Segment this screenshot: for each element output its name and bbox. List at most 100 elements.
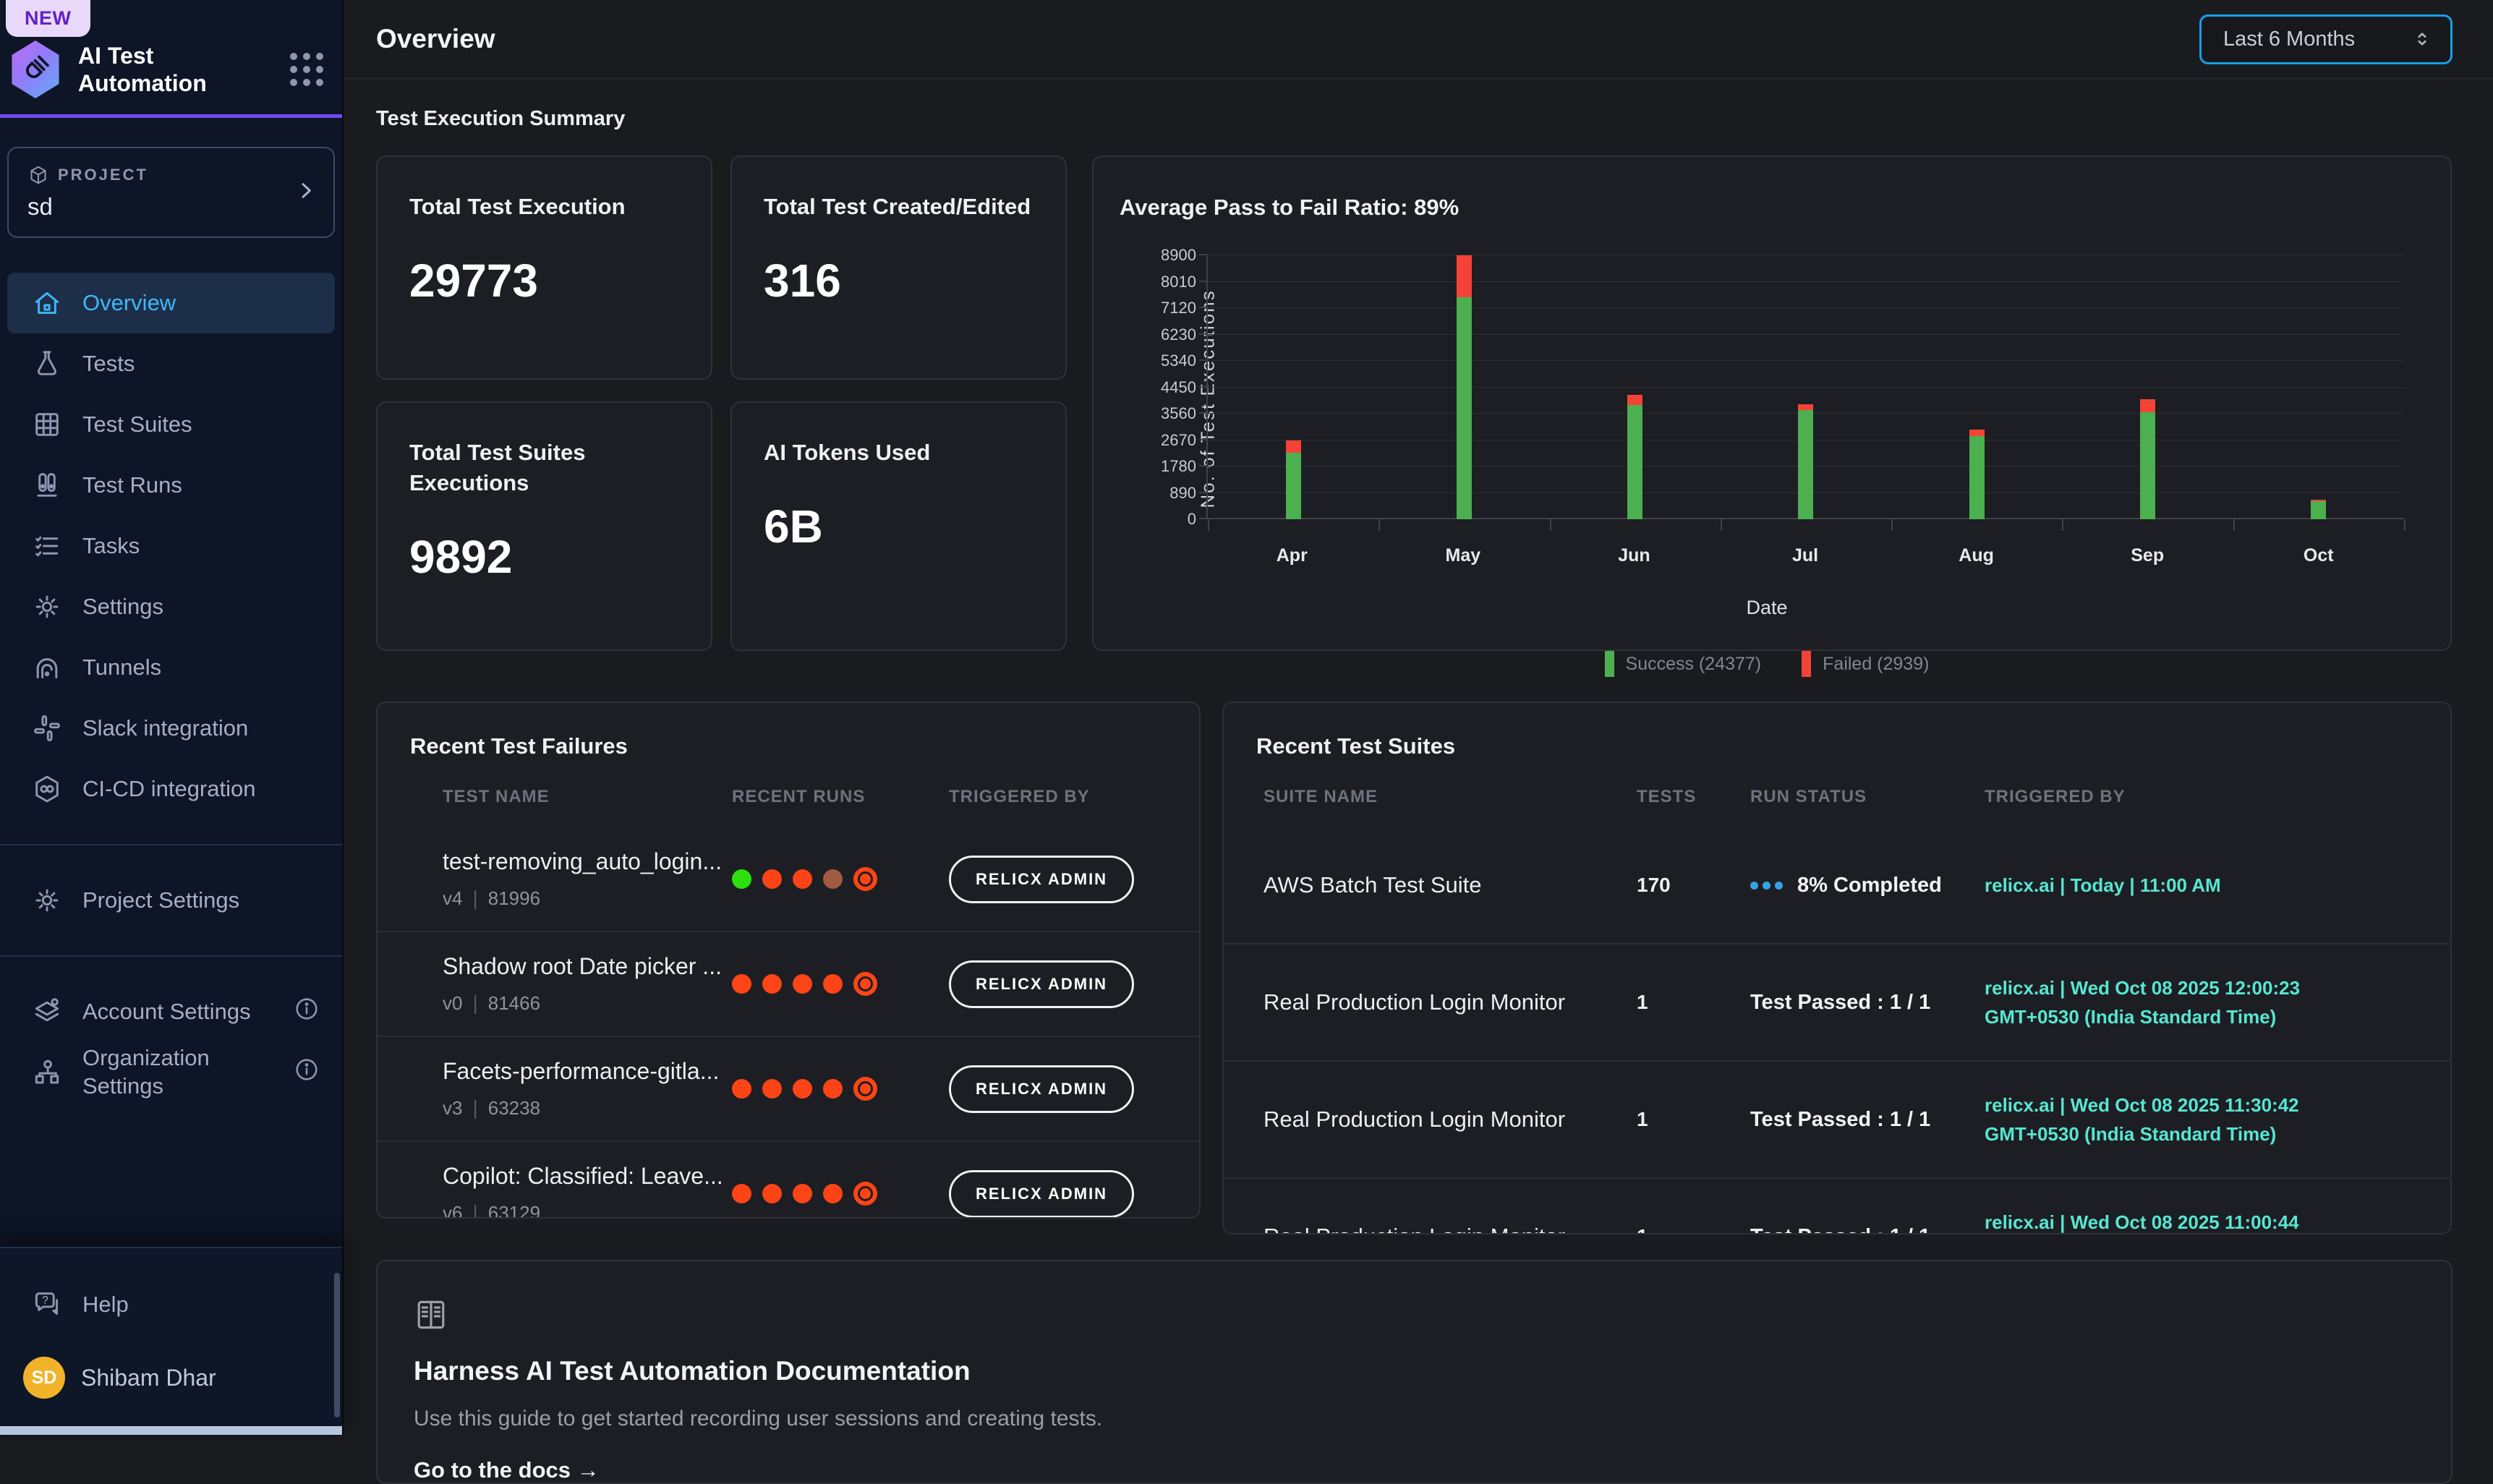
stat-card-total-test-created-edited: Total Test Created/Edited316 <box>730 155 1067 380</box>
triggered-by-text[interactable]: relicx.ai | Today | 11:00 AM <box>1985 871 2418 900</box>
table-row[interactable]: Copilot: Classified: Leave...v6|63129REL… <box>378 1140 1199 1219</box>
success-segment <box>1627 405 1642 519</box>
go-to-docs-link[interactable]: Go to the docs → <box>414 1457 600 1483</box>
run-status-dot-failed[interactable] <box>793 869 812 889</box>
y-tick-label: 8010 <box>1161 273 1196 291</box>
sidebar-scrollbar[interactable] <box>334 1273 340 1417</box>
bar-slot <box>1208 255 1378 519</box>
info-icon[interactable] <box>293 995 320 1028</box>
test-name[interactable]: test-removing_auto_login... <box>443 848 732 875</box>
y-tick-label: 890 <box>1169 484 1196 503</box>
table-row[interactable]: Real Production Login Monitor1Test Passe… <box>1224 1060 2450 1177</box>
sidebar-item-label: Tests <box>82 350 135 378</box>
recent-runs <box>732 1077 949 1101</box>
triggered-by-badge[interactable]: RELICX ADMIN <box>949 856 1134 903</box>
sidebar-item-help[interactable]: ? Help <box>7 1274 335 1335</box>
suite-name[interactable]: Real Production Login Monitor <box>1263 1106 1637 1133</box>
bar-oct[interactable] <box>2311 500 2326 519</box>
run-status-dot-current[interactable] <box>853 1182 877 1206</box>
chevron-right-icon <box>294 179 318 206</box>
run-status-dot-failed[interactable] <box>762 974 782 994</box>
test-version-id: v0|81466 <box>443 992 732 1015</box>
run-status-dot-failed[interactable] <box>793 1184 812 1203</box>
run-status-dot-failed[interactable] <box>823 1079 843 1099</box>
project-selector[interactable]: PROJECT sd <box>7 147 335 238</box>
triggered-by-text[interactable]: relicx.ai | Wed Oct 08 2025 11:30:42 GMT… <box>1985 1091 2418 1149</box>
bar-sep[interactable] <box>2140 399 2155 519</box>
sidebar-item-account-settings[interactable]: Account Settings <box>7 981 335 1042</box>
run-status-dot-failed[interactable] <box>762 869 782 889</box>
apps-grid-icon[interactable] <box>290 53 323 86</box>
bar-slot <box>1721 255 1891 519</box>
triggered-by-badge[interactable]: RELICX ADMIN <box>949 1170 1134 1218</box>
triggered-by-badge[interactable]: RELICX ADMIN <box>949 960 1134 1008</box>
triggered-by-badge[interactable]: RELICX ADMIN <box>949 1065 1134 1113</box>
test-name[interactable]: Copilot: Classified: Leave... <box>443 1163 732 1190</box>
bottom-strip <box>0 1426 342 1435</box>
suite-name[interactable]: Real Production Login Monitor <box>1263 989 1637 1015</box>
run-status-dot-failed[interactable] <box>823 974 843 994</box>
table-row[interactable]: AWS Batch Test Suite1708% Completedrelic… <box>1224 827 2450 943</box>
bar-apr[interactable] <box>1286 440 1301 519</box>
run-status-dot-failed[interactable] <box>793 974 812 994</box>
run-status-dot-current[interactable] <box>853 1077 877 1101</box>
sidebar-item-organization-settings[interactable]: Organization Settings <box>7 1042 335 1103</box>
run-status-dot-failed[interactable] <box>732 1079 751 1099</box>
sidebar-item-tunnels[interactable]: Tunnels <box>7 637 335 698</box>
bar-may[interactable] <box>1457 255 1472 519</box>
bar-slot <box>2062 255 2233 519</box>
bar-jul[interactable] <box>1798 404 1813 519</box>
test-name[interactable]: Facets-performance-gitla... <box>443 1058 732 1085</box>
bar-jun[interactable] <box>1627 395 1642 519</box>
run-status-dot-current[interactable] <box>853 972 877 996</box>
sidebar-item-settings[interactable]: Settings <box>7 576 335 637</box>
time-range-select[interactable]: Last 6 Months <box>2199 14 2452 64</box>
bar-aug[interactable] <box>1969 430 1985 519</box>
info-icon[interactable] <box>293 1056 320 1089</box>
sidebar-item-tasks[interactable]: Tasks <box>7 516 335 576</box>
legend-swatch <box>1802 651 1811 677</box>
docs-title: Harness AI Test Automation Documentation <box>414 1356 2415 1386</box>
triggered-by-text[interactable]: relicx.ai | Wed Oct 08 2025 12:00:23 GMT… <box>1985 973 2418 1032</box>
project-value: sd <box>27 193 315 221</box>
user-menu[interactable]: SD Shibam Dhar <box>7 1357 335 1399</box>
x-tick-label: Oct <box>2233 545 2404 566</box>
table-row[interactable]: Real Production Login Monitor1Test Passe… <box>1224 943 2450 1060</box>
sidebar-item-overview[interactable]: Overview <box>7 273 335 333</box>
y-tick-label: 2670 <box>1161 431 1196 450</box>
run-status-dot-failed[interactable] <box>732 974 751 994</box>
svg-text:?: ? <box>42 1295 48 1307</box>
run-status-dot-failed[interactable] <box>823 1184 843 1203</box>
sidebar-item-project-settings[interactable]: Project Settings <box>7 870 335 931</box>
table-row[interactable]: Real Production Login Monitor1Test Passe… <box>1224 1177 2450 1234</box>
home-icon <box>30 286 64 320</box>
app-logo-icon <box>9 40 62 98</box>
suites-table-header: SUITE NAME TESTS RUN STATUS TRIGGERED BY <box>1224 787 2450 827</box>
suite-name[interactable]: Real Production Login Monitor <box>1263 1224 1637 1234</box>
new-badge: NEW <box>6 0 90 37</box>
run-status-dot-success[interactable] <box>732 869 751 889</box>
sidebar-item-tests[interactable]: Tests <box>7 333 335 394</box>
recent-runs <box>732 972 949 996</box>
sidebar-item-test-runs[interactable]: Test Runs <box>7 455 335 516</box>
suite-tests-count: 1 <box>1637 991 1750 1014</box>
sidebar-item-test-suites[interactable]: Test Suites <box>7 394 335 455</box>
run-status-dot-failed[interactable] <box>793 1079 812 1099</box>
triggered-by-text[interactable]: relicx.ai | Wed Oct 08 2025 11:00:44 GMT… <box>1985 1208 2418 1234</box>
column-header: RECENT RUNS <box>732 787 949 807</box>
table-row[interactable]: Facets-performance-gitla...v3|63238RELIC… <box>378 1036 1199 1140</box>
run-status-dot-failed[interactable] <box>732 1184 751 1203</box>
suite-name[interactable]: AWS Batch Test Suite <box>1263 872 1637 898</box>
run-status-dot-failed[interactable] <box>762 1184 782 1203</box>
table-row[interactable]: test-removing_auto_login...v4|81996RELIC… <box>378 827 1199 931</box>
sidebar-item-label: Help <box>82 1291 129 1319</box>
run-status-dot-current[interactable] <box>853 867 877 891</box>
run-status-dot-muted[interactable] <box>823 869 843 889</box>
sidebar-item-ci-cd-integration[interactable]: CI-CD integration <box>7 759 335 819</box>
x-tick-label: Apr <box>1206 545 1378 566</box>
sidebar-item-label: CI-CD integration <box>82 775 255 803</box>
sidebar-item-slack-integration[interactable]: Slack integration <box>7 698 335 759</box>
test-name[interactable]: Shadow root Date picker ... <box>443 953 732 980</box>
run-status-dot-failed[interactable] <box>762 1079 782 1099</box>
table-row[interactable]: Shadow root Date picker ... v0|81466 RELIC… <box>378 931 1199 1036</box>
